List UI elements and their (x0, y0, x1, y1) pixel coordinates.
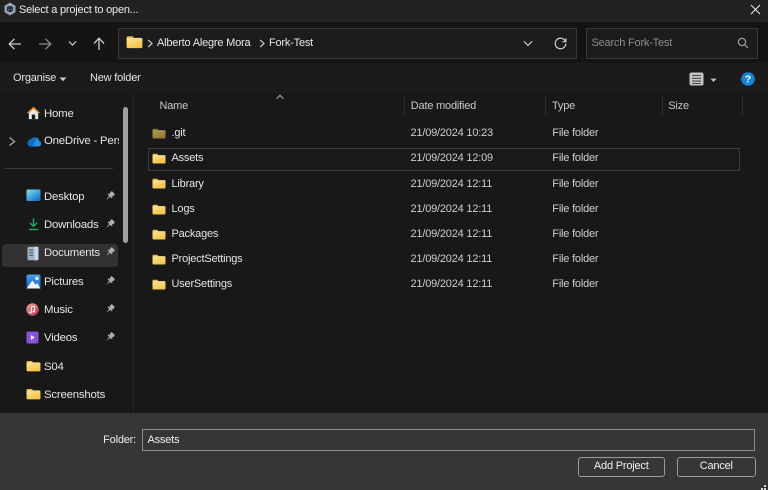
svg-text:?: ? (745, 73, 751, 85)
